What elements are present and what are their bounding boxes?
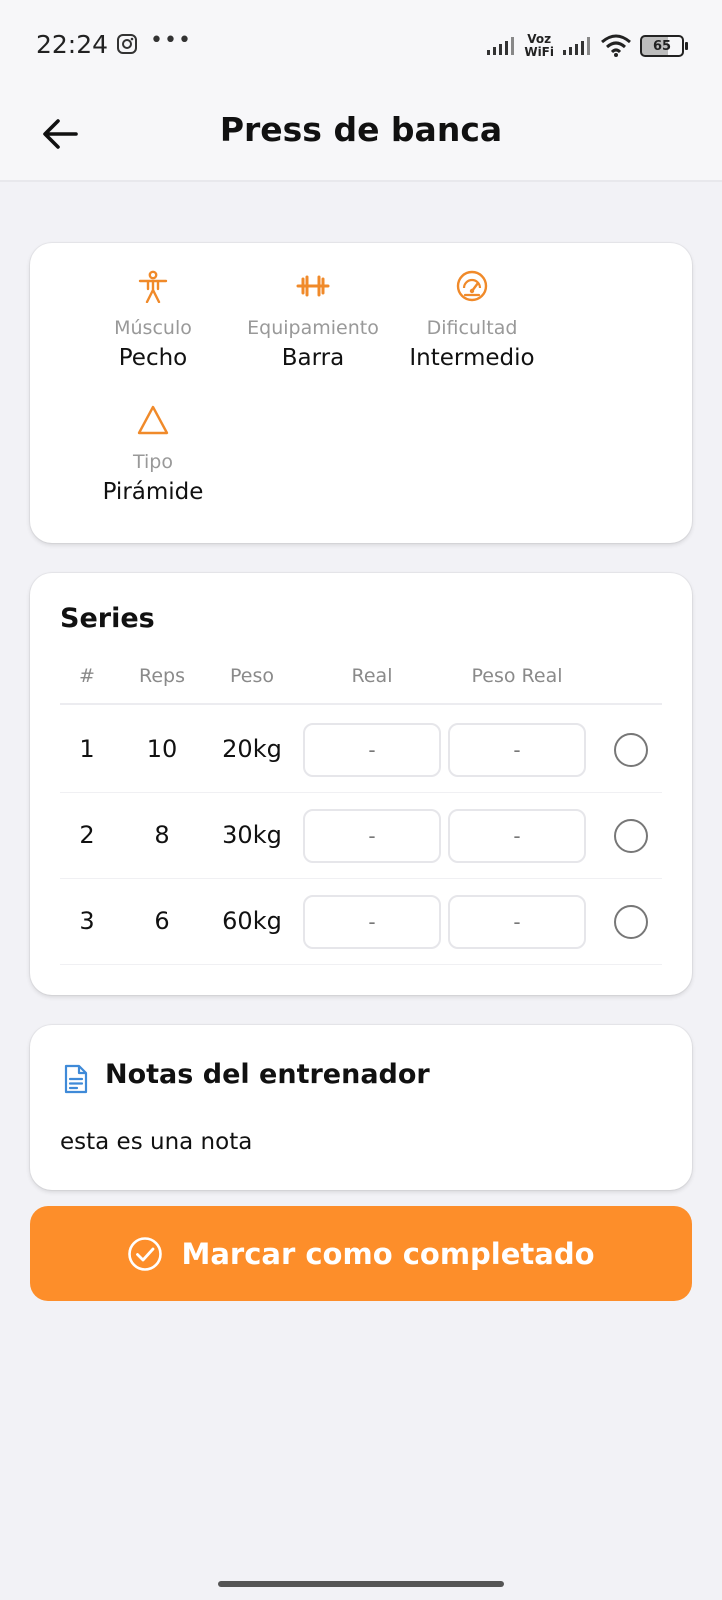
signal-icon-2 — [563, 37, 590, 55]
instagram-icon — [117, 34, 137, 54]
wifi-icon — [601, 34, 631, 57]
info-muscle: Músculo Pecho — [73, 269, 233, 371]
status-icons: Voz WiFi 65 — [486, 28, 688, 64]
dumbbell-icon — [296, 275, 330, 297]
info-equipment: Equipamiento Barra — [233, 269, 393, 371]
check-circle-icon — [128, 1236, 163, 1271]
mark-complete-label: Marcar como completado — [181, 1236, 595, 1271]
notes-text: esta es una nota — [60, 1129, 253, 1155]
real-weight-input[interactable]: - — [448, 895, 586, 949]
page-title: Press de banca — [219, 110, 503, 149]
info-value: Barra — [281, 345, 345, 371]
info-label: Músculo — [114, 317, 192, 339]
real-reps-input[interactable]: - — [303, 895, 441, 949]
set-complete-checkbox[interactable] — [614, 819, 648, 853]
column-header-reps: Reps — [139, 665, 185, 687]
vowifi-line2: WiFi — [524, 45, 554, 59]
info-value: Pecho — [118, 345, 188, 371]
exercise-info-card: Músculo Pecho Equipamiento Barra Dificul… — [30, 243, 692, 543]
triangle-icon — [137, 405, 169, 435]
table-row: 2 8 30kg - - — [60, 793, 662, 879]
series-title: Series — [60, 603, 155, 634]
real-weight-input[interactable]: - — [448, 723, 586, 777]
vowifi-label: Voz WiFi — [524, 33, 554, 59]
real-weight-input[interactable]: - — [448, 809, 586, 863]
real-reps-input[interactable]: - — [303, 723, 441, 777]
notes-title: Notas del entrenador — [105, 1059, 430, 1090]
header: Press de banca — [0, 90, 722, 182]
more-notifications-icon: ••• — [150, 28, 192, 53]
series-card: Series # Reps Peso Real Peso Real 1 10 2… — [30, 573, 692, 995]
column-header-number: # — [79, 665, 95, 687]
set-reps: 10 — [146, 735, 178, 763]
info-label: Dificultad — [426, 317, 518, 339]
info-value: Pirámide — [102, 479, 204, 505]
info-label: Equipamiento — [247, 317, 379, 339]
set-complete-checkbox[interactable] — [614, 733, 648, 767]
info-value: Intermedio — [409, 345, 535, 371]
home-indicator[interactable] — [218, 1581, 504, 1587]
status-time: 22:24 — [36, 30, 109, 59]
column-header-weight: Peso — [230, 665, 274, 687]
coach-notes-card: Notas del entrenador esta es una nota — [30, 1025, 692, 1190]
set-number: 3 — [79, 907, 95, 935]
set-reps: 8 — [154, 821, 170, 849]
body-icon — [138, 270, 168, 303]
battery-icon: 65 — [640, 35, 688, 57]
info-difficulty: Dificultad Intermedio — [392, 269, 552, 371]
status-bar: 22:24 ••• Voz WiFi 65 — [0, 0, 722, 90]
document-icon — [64, 1064, 88, 1094]
set-number: 2 — [79, 821, 95, 849]
table-row: 3 6 60kg - - — [60, 879, 662, 965]
set-number: 1 — [79, 735, 95, 763]
column-header-real-weight: Peso Real — [471, 665, 563, 687]
set-complete-checkbox[interactable] — [614, 905, 648, 939]
gauge-icon — [456, 270, 488, 302]
mark-complete-button[interactable]: Marcar como completado — [30, 1206, 692, 1301]
set-reps: 6 — [154, 907, 170, 935]
column-header-real: Real — [351, 665, 393, 687]
series-table-header: # Reps Peso Real Peso Real — [60, 665, 662, 705]
signal-icon — [487, 37, 515, 55]
set-weight: 20kg — [222, 735, 282, 763]
real-reps-input[interactable]: - — [303, 809, 441, 863]
set-weight: 30kg — [222, 821, 282, 849]
set-weight: 60kg — [222, 907, 282, 935]
table-row: 1 10 20kg - - — [60, 707, 662, 793]
info-type: Tipo Pirámide — [73, 403, 233, 505]
info-label: Tipo — [133, 451, 173, 473]
